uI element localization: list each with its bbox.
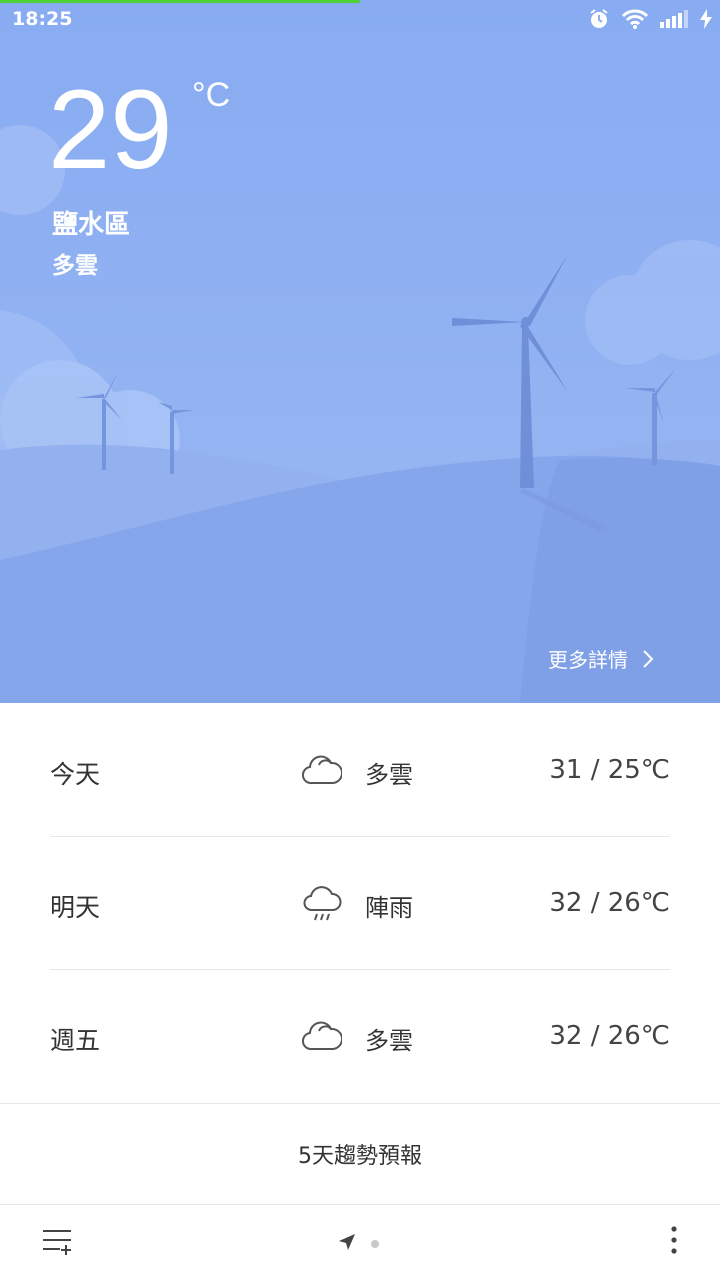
forecast-row[interactable]: 今天 多雲 31 / 25℃ bbox=[50, 703, 670, 836]
forecast-temp-range: 32 / 26℃ bbox=[549, 888, 670, 918]
forecast-row[interactable]: 明天 陣雨 32 / 26℃ bbox=[50, 836, 670, 969]
more-details-label: 更多詳情 bbox=[548, 648, 628, 672]
cloud-icon bbox=[302, 755, 342, 785]
forecast-day: 週五 bbox=[50, 1026, 101, 1055]
forecast-condition: 陣雨 bbox=[365, 894, 413, 922]
forecast-temp-range: 31 / 25℃ bbox=[549, 755, 670, 785]
manage-cities-icon[interactable] bbox=[42, 1227, 74, 1257]
forecast-condition: 多雲 bbox=[365, 1027, 413, 1055]
current-temperature: 29 °C bbox=[48, 67, 230, 192]
forecast-day: 今天 bbox=[50, 760, 101, 789]
bottom-bar bbox=[0, 1205, 720, 1279]
status-bar: 18:25 bbox=[0, 0, 720, 40]
five-day-trend-label: 5天趨勢預報 bbox=[298, 1144, 422, 1169]
forecast-temp-range: 32 / 26℃ bbox=[549, 1021, 670, 1051]
location-arrow-icon[interactable] bbox=[338, 1233, 356, 1251]
temperature-unit: °C bbox=[192, 76, 231, 114]
status-time: 18:25 bbox=[12, 8, 73, 30]
five-day-trend-button[interactable]: 5天趨勢預報 bbox=[0, 1104, 720, 1204]
cellular-signal-icon bbox=[660, 10, 688, 28]
location-name: 鹽水區 bbox=[52, 210, 131, 240]
forecast-row[interactable]: 週五 多雲 32 / 26℃ bbox=[50, 969, 670, 1102]
weather-hero: 18:25 29 °C 鹽水區 多雲 更多詳情 bbox=[0, 0, 720, 703]
more-options-icon[interactable] bbox=[667, 1225, 681, 1255]
cloud-icon bbox=[302, 1021, 342, 1051]
charging-bolt-icon bbox=[700, 9, 712, 29]
alarm-icon bbox=[590, 9, 608, 28]
chevron-right-icon bbox=[643, 649, 654, 668]
more-details-link[interactable]: 更多詳情 bbox=[548, 644, 654, 673]
current-condition: 多雲 bbox=[52, 253, 98, 279]
wifi-icon bbox=[622, 9, 648, 29]
page-indicator-dot[interactable] bbox=[371, 1240, 379, 1248]
forecast-condition: 多雲 bbox=[365, 761, 413, 789]
forecast-day: 明天 bbox=[50, 893, 101, 922]
rain-cloud-icon bbox=[303, 886, 342, 921]
temperature-value: 29 bbox=[48, 67, 173, 192]
